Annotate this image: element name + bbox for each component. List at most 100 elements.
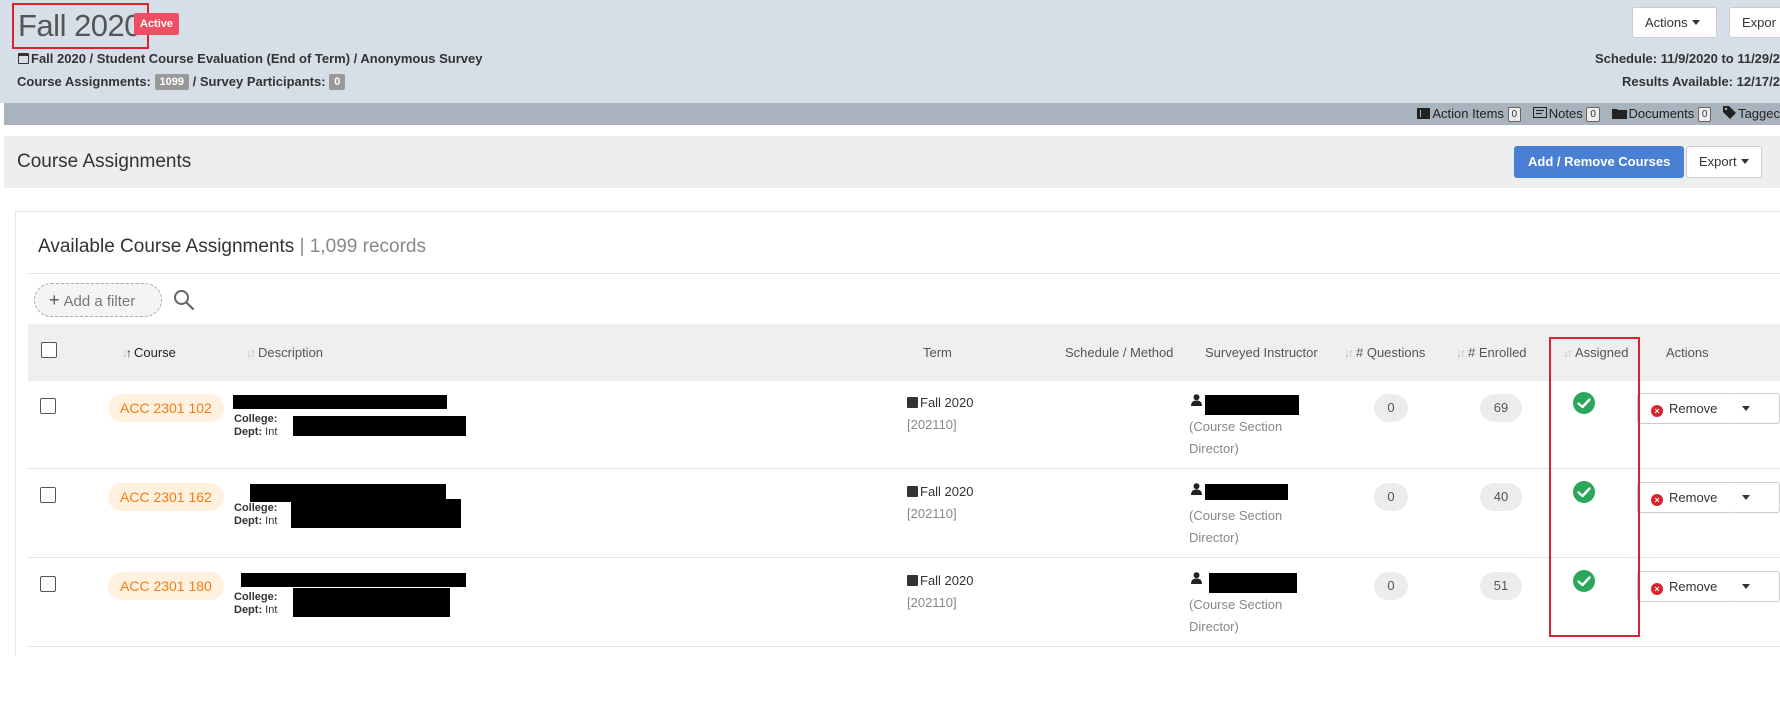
panel-title-text: Available Course Assignments (38, 236, 295, 257)
redacted-description (233, 395, 447, 409)
redacted-college (291, 499, 461, 528)
sort-icon: ↓↑ (1344, 346, 1354, 360)
col-term[interactable]: Term (923, 324, 952, 382)
plus-icon: + (49, 290, 60, 310)
export-dropdown-button[interactable]: Expor (1729, 7, 1780, 38)
instructor-role: (Course Section Director) (1189, 419, 1283, 456)
sort-icon: ↓↑ (122, 346, 132, 360)
questions-count: 0 (1374, 572, 1408, 600)
dept-label: Dept: Int (234, 515, 278, 527)
divider (28, 273, 1780, 274)
record-toolbar: Action Items 0 Notes 0 Documents 0 Tagge… (4, 103, 1780, 125)
table-row: ACC 2301 162 College: Dept: Int Fall 202… (27, 470, 1780, 558)
instructor-role: (Course Section Director) (1189, 508, 1283, 545)
caret-down-icon (1742, 584, 1750, 589)
course-badge[interactable]: ACC 2301 162 (108, 483, 224, 511)
calendar-icon (907, 397, 918, 408)
col-course[interactable]: ↓↑ Course (122, 324, 176, 382)
section-title: Course Assignments (17, 151, 192, 172)
term-code: [202110] (907, 595, 957, 610)
assignment-counts: Course Assignments: 1099 / Survey Partic… (17, 74, 346, 90)
documents-label: Documents (1628, 106, 1695, 121)
record-count: | 1,099 records (299, 236, 426, 257)
redacted-instructor (1205, 395, 1299, 415)
course-badge[interactable]: ACC 2301 180 (108, 572, 224, 600)
section-export-button[interactable]: Export (1686, 146, 1762, 178)
notes-icon (1532, 107, 1547, 118)
participants-label: / Survey Participants: (192, 74, 326, 89)
actions-label: Actions (1645, 15, 1688, 30)
term-code: [202110] (907, 506, 957, 521)
action-items-link[interactable]: Action Items 0 (1417, 106, 1522, 122)
row-checkbox[interactable] (40, 398, 56, 414)
caret-down-icon (1740, 159, 1749, 164)
course-assignments-label: Course Assignments: (17, 74, 151, 89)
remove-options-dropdown[interactable] (1732, 571, 1780, 602)
col-actions: Actions (1666, 345, 1709, 360)
search-icon[interactable] (172, 288, 196, 312)
term: Fall 2020 (907, 484, 973, 499)
caret-down-icon (1742, 406, 1750, 411)
close-icon: × (1651, 494, 1663, 506)
add-remove-courses-button[interactable]: Add / Remove Courses (1514, 146, 1685, 178)
documents-link[interactable]: Documents 0 (1611, 106, 1712, 122)
notes-label: Notes (1548, 106, 1583, 121)
section-header: Course Assignments Add / Remove Courses … (4, 136, 1780, 188)
enrolled-count: 40 (1480, 483, 1522, 511)
col-assigned[interactable]: ↓↑ Assigned (1563, 324, 1628, 382)
row-checkbox[interactable] (40, 576, 56, 592)
term: Fall 2020 (907, 395, 973, 410)
table-row: ACC 2301 180 College: Dept: Int Fall 202… (27, 559, 1780, 647)
course-badge[interactable]: ACC 2301 102 (108, 394, 224, 422)
caret-down-icon (1691, 20, 1700, 25)
check-circle-icon (1573, 570, 1595, 592)
redacted-description (241, 573, 466, 587)
remove-button[interactable]: × Remove (1637, 571, 1733, 602)
questions-count: 0 (1374, 483, 1408, 511)
term-code: [202110] (907, 417, 957, 432)
remove-button[interactable]: × Remove (1637, 393, 1733, 424)
participants-count: 0 (329, 74, 346, 90)
row-checkbox[interactable] (40, 487, 56, 503)
survey-header: Fall 2020 Active Fall 2020 / Student Cou… (0, 0, 1780, 103)
college-label: College: (234, 413, 278, 425)
remove-options-dropdown[interactable] (1732, 393, 1780, 424)
close-icon: × (1651, 405, 1663, 417)
panel-title: Available Course Assignments | 1,099 rec… (38, 236, 426, 258)
col-enrolled[interactable]: ↓↑ # Enrolled (1456, 324, 1527, 382)
tagged-link[interactable]: Taggec (1723, 106, 1780, 121)
notes-link[interactable]: Notes 0 (1532, 106, 1600, 122)
dept-label: Dept: Int (234, 604, 278, 616)
person-icon (1191, 394, 1202, 406)
col-description[interactable]: ↓↑ Description (246, 324, 323, 382)
college-label: College: (234, 502, 278, 514)
sort-icon: ↓↑ (1456, 346, 1466, 360)
list-icon (1417, 108, 1431, 119)
table-row: ACC 2301 102 College: Dept: Int Fall 202… (27, 381, 1780, 469)
add-filter-button[interactable]: + Add a filter (34, 283, 162, 317)
enrolled-count: 69 (1480, 394, 1522, 422)
page-title: Fall 2020 (12, 3, 150, 49)
remove-options-dropdown[interactable] (1732, 482, 1780, 513)
remove-button[interactable]: × Remove (1637, 482, 1733, 513)
col-schedule-method[interactable]: Schedule / Method (1065, 324, 1173, 382)
export-label: Expor (1742, 15, 1776, 30)
results-available-text: Results Available: 12/17/2 (1621, 74, 1780, 89)
redacted-college (293, 588, 450, 617)
select-all-checkbox[interactable] (41, 342, 57, 358)
calendar-icon (907, 575, 918, 586)
documents-count: 0 (1697, 107, 1712, 122)
tagged-label: Taggec (1738, 106, 1780, 121)
schedule-text: Schedule: 11/9/2020 to 11/29/2 (1594, 51, 1780, 66)
check-circle-icon (1573, 392, 1595, 414)
instructor-role: (Course Section Director) (1189, 597, 1283, 634)
notes-count: 0 (1586, 107, 1600, 122)
add-filter-label: Add a filter (63, 293, 136, 310)
breadcrumb-text: Fall 2020 / Student Course Evaluation (E… (31, 51, 483, 66)
table-header: ↓↑ Course ↓↑ Description Term Schedule / M… (28, 324, 1780, 382)
actions-dropdown-button[interactable]: Actions (1632, 7, 1717, 38)
col-surveyed-instructor[interactable]: Surveyed Instructor (1205, 324, 1318, 382)
col-questions[interactable]: ↓↑ # Questions (1344, 324, 1425, 382)
breadcrumb: Fall 2020 / Student Course Evaluation (E… (18, 51, 482, 66)
section-export-label: Export (1699, 154, 1737, 169)
